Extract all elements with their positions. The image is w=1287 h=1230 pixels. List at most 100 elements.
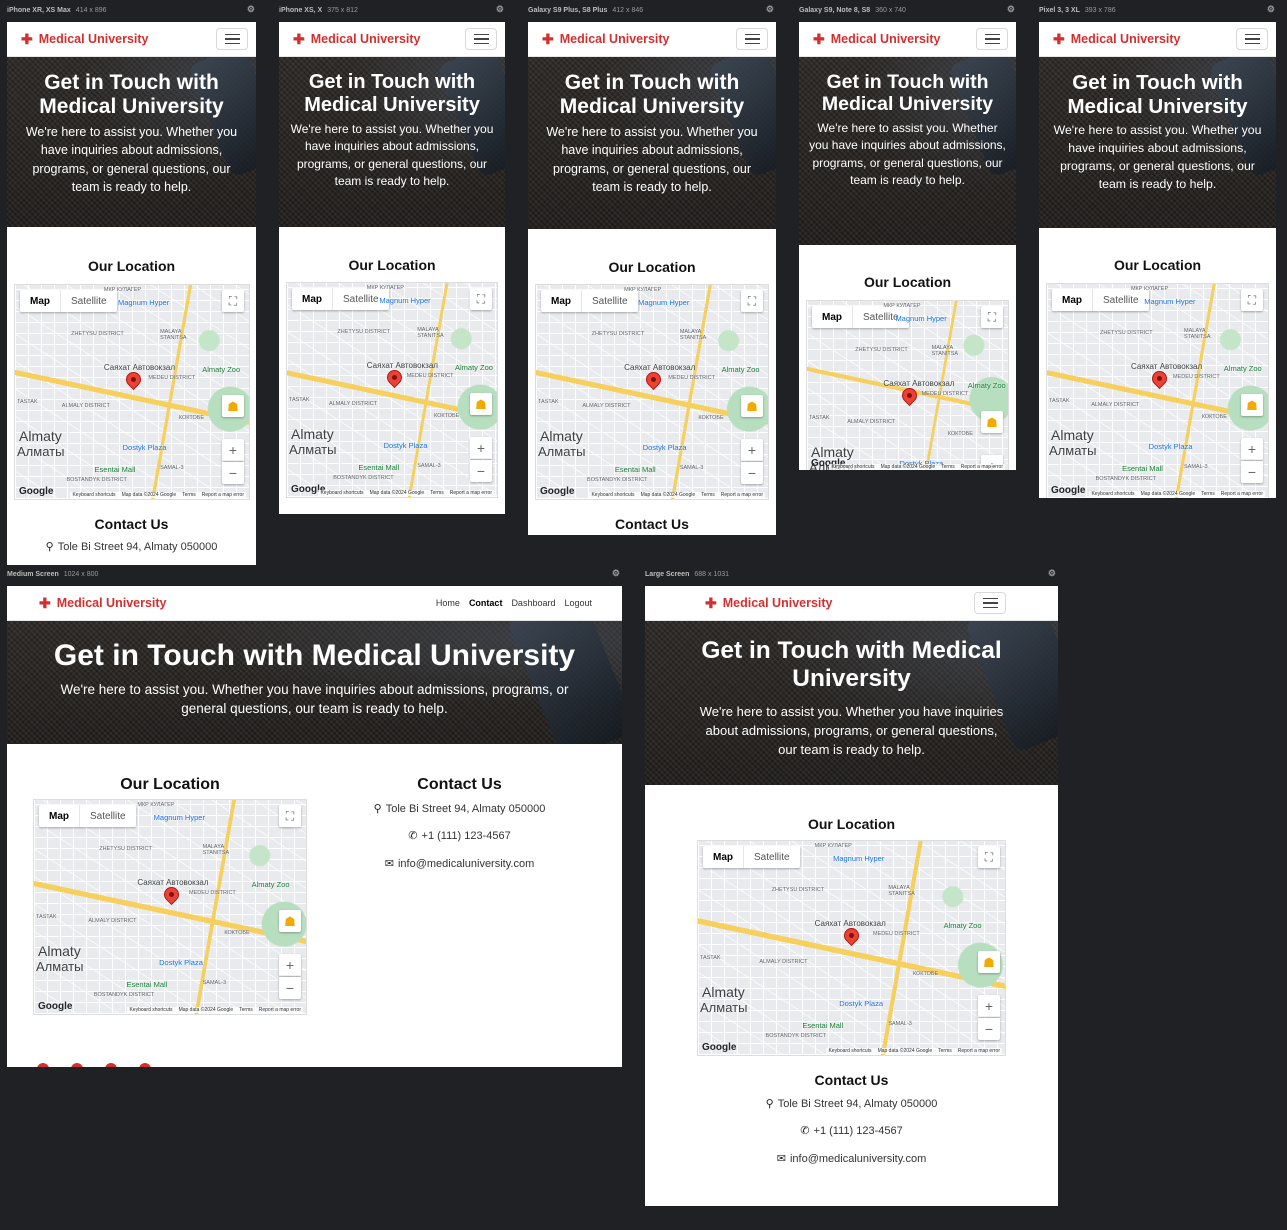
social-icon[interactable] (37, 1063, 49, 1067)
gear-icon[interactable]: ⚙ (612, 568, 620, 579)
keyboard-shortcuts-link[interactable]: Keyboard shortcuts (831, 464, 874, 470)
zoom-out-button[interactable]: − (741, 462, 763, 484)
terms-link[interactable]: Terms (430, 490, 444, 496)
map-district-label: BOSTANDYK DISTRICT (93, 992, 155, 998)
gear-icon[interactable]: ⚙ (1007, 4, 1015, 15)
street-view-pegman-icon[interactable]: ☗ (279, 910, 301, 932)
terms-link[interactable]: Terms (182, 492, 196, 498)
map[interactable]: Map Satellite ⛶ ☗ + − МКР КУЛАГЕР Magnum… (33, 799, 307, 1015)
fullscreen-icon[interactable]: ⛶ (741, 290, 763, 312)
map-type-map-button[interactable]: Map (541, 290, 581, 312)
brand[interactable]: ✚ Medical University (293, 32, 421, 46)
map-type-map-button[interactable]: Map (20, 290, 60, 312)
report-error-link[interactable]: Report a map error (259, 1007, 301, 1013)
fullscreen-icon[interactable]: ⛶ (978, 846, 1000, 868)
fullscreen-icon[interactable]: ⛶ (981, 306, 1003, 328)
zoom-out-button[interactable]: − (978, 1018, 1000, 1040)
report-error-link[interactable]: Report a map error (961, 464, 1003, 470)
terms-link[interactable]: Terms (701, 492, 715, 498)
keyboard-shortcuts-link[interactable]: Keyboard shortcuts (129, 1007, 172, 1013)
map[interactable]: Map Satellite ⛶ ☗ + − МКР КУЛАГЕР Magnum… (697, 840, 1006, 1056)
map-poi-label: Esentai Mall (126, 980, 168, 989)
brand[interactable]: ✚ Medical University (39, 596, 167, 610)
nav-contact-link[interactable]: Contact (469, 598, 503, 608)
zoom-out-button[interactable]: − (279, 977, 301, 999)
hamburger-menu-button[interactable] (974, 592, 1006, 614)
brand[interactable]: ✚ Medical University (705, 596, 833, 610)
gear-icon[interactable]: ⚙ (1048, 568, 1056, 579)
map-type-map-button[interactable]: Map (39, 805, 79, 827)
map-poi-label: Dostyk Plaza (122, 443, 167, 452)
keyboard-shortcuts-link[interactable]: Keyboard shortcuts (72, 492, 115, 498)
map[interactable]: Map Satellite ⛶ ☗ + − МКР КУЛАГЕР Magnum… (1046, 283, 1269, 498)
fullscreen-icon[interactable]: ⛶ (279, 805, 301, 827)
terms-link[interactable]: Terms (239, 1007, 253, 1013)
map-type-map-button[interactable]: Map (1052, 289, 1092, 311)
map[interactable]: Map Satellite ⛶ ☗ + − МКР КУЛАГЕР Magnum… (535, 284, 769, 500)
map-district-label: TASTAK (1049, 398, 1070, 404)
zoom-in-button[interactable]: + (222, 439, 244, 461)
zoom-in-button[interactable]: + (279, 954, 301, 976)
gear-icon[interactable]: ⚙ (766, 4, 774, 15)
report-error-link[interactable]: Report a map error (450, 490, 492, 496)
street-view-pegman-icon[interactable]: ☗ (470, 393, 492, 415)
street-view-pegman-icon[interactable]: ☗ (222, 395, 244, 417)
navbar: ✚ Medical University (7, 22, 256, 57)
hamburger-menu-button[interactable] (976, 28, 1008, 50)
social-icon[interactable] (71, 1063, 83, 1067)
google-logo: Google (540, 486, 575, 497)
nav-dashboard-link[interactable]: Dashboard (511, 598, 555, 608)
report-error-link[interactable]: Report a map error (202, 492, 244, 498)
brand[interactable]: ✚ Medical University (542, 32, 670, 46)
map-type-map-button[interactable]: Map (703, 846, 743, 868)
terms-link[interactable]: Terms (941, 464, 955, 470)
zoom-out-button[interactable]: − (222, 462, 244, 484)
hamburger-menu-button[interactable] (736, 28, 768, 50)
keyboard-shortcuts-link[interactable]: Keyboard shortcuts (828, 1048, 871, 1054)
nav-logout-link[interactable]: Logout (564, 598, 592, 608)
street-view-pegman-icon[interactable]: ☗ (981, 411, 1003, 433)
map-district-label: КОКТОБЕ (912, 971, 939, 977)
hamburger-menu-button[interactable] (1236, 28, 1268, 50)
report-error-link[interactable]: Report a map error (958, 1048, 1000, 1054)
phone-icon: ✆ (408, 830, 418, 842)
map-type-map-button[interactable]: Map (812, 306, 852, 328)
map-district-label: MALAYA STANITSA (888, 885, 915, 898)
zoom-out-button[interactable]: − (1241, 461, 1263, 483)
map-type-map-button[interactable]: Map (292, 288, 332, 310)
street-view-pegman-icon[interactable]: ☗ (1241, 394, 1263, 416)
street-view-pegman-icon[interactable]: ☗ (741, 395, 763, 417)
brand[interactable]: ✚ Medical University (1053, 32, 1181, 46)
social-icon[interactable] (139, 1063, 151, 1067)
map[interactable]: Map Satellite ⛶ ☗ + − МКР КУЛАГЕР Magnum… (14, 284, 250, 500)
report-error-link[interactable]: Report a map error (1221, 491, 1263, 497)
zoom-out-button[interactable]: − (470, 460, 492, 482)
fullscreen-icon[interactable]: ⛶ (1241, 289, 1263, 311)
hamburger-menu-button[interactable] (216, 28, 248, 50)
zoom-in-button[interactable]: + (741, 439, 763, 461)
zoom-in-button[interactable]: + (1241, 438, 1263, 460)
brand[interactable]: ✚ Medical University (813, 32, 941, 46)
fullscreen-icon[interactable]: ⛶ (470, 288, 492, 310)
keyboard-shortcuts-link[interactable]: Keyboard shortcuts (591, 492, 634, 498)
brand[interactable]: ✚ Medical University (21, 32, 149, 46)
gear-icon[interactable]: ⚙ (247, 4, 255, 15)
keyboard-shortcuts-link[interactable]: Keyboard shortcuts (320, 490, 363, 496)
terms-link[interactable]: Terms (1201, 491, 1215, 497)
map[interactable]: Map Satellite ⛶ ☗ + − МКР КУЛАГЕР Magnum… (806, 300, 1009, 470)
report-error-link[interactable]: Report a map error (721, 492, 763, 498)
zoom-in-button[interactable]: + (978, 995, 1000, 1017)
street-view-pegman-icon[interactable]: ☗ (978, 951, 1000, 973)
map-type-satellite-button[interactable]: Satellite (79, 805, 136, 827)
social-icon[interactable] (105, 1063, 117, 1067)
zoom-in-button[interactable]: + (470, 437, 492, 459)
terms-link[interactable]: Terms (938, 1048, 952, 1054)
fullscreen-icon[interactable]: ⛶ (222, 290, 244, 312)
gear-icon[interactable]: ⚙ (496, 4, 504, 15)
nav-home-link[interactable]: Home (436, 598, 460, 608)
gear-icon[interactable]: ⚙ (1267, 4, 1275, 15)
keyboard-shortcuts-link[interactable]: Keyboard shortcuts (1091, 491, 1134, 497)
map[interactable]: Map Satellite ⛶ ☗ + − МКР КУЛАГЕР Magnum… (286, 282, 498, 498)
map-type-satellite-button[interactable]: Satellite (743, 846, 800, 868)
hamburger-menu-button[interactable] (465, 28, 497, 50)
